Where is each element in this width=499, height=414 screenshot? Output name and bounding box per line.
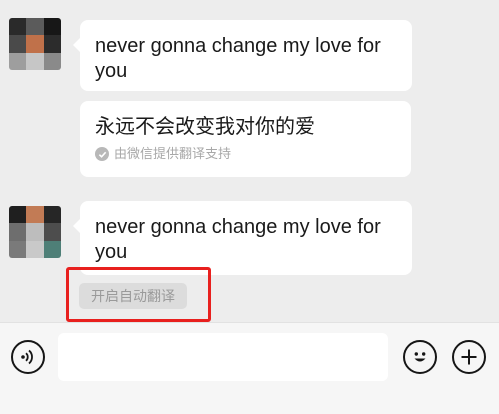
input-bar xyxy=(0,322,499,414)
message-text: never gonna change my love for you xyxy=(95,216,381,263)
chat-area: never gonna change my love for you 永远不会改… xyxy=(0,0,499,322)
message-bubble[interactable]: never gonna change my love for you xyxy=(73,20,412,91)
plus-icon[interactable] xyxy=(452,340,486,374)
translation-bubble[interactable]: 永远不会改变我对你的爱 由微信提供翻译支持 xyxy=(80,101,411,177)
message-input[interactable] xyxy=(58,333,388,381)
emoji-icon[interactable] xyxy=(403,340,437,374)
avatar[interactable] xyxy=(9,18,61,70)
voice-icon[interactable] xyxy=(11,340,45,374)
check-circle-icon xyxy=(95,147,109,161)
translation-note-text: 由微信提供翻译支持 xyxy=(114,146,232,161)
translation-note: 由微信提供翻译支持 xyxy=(95,146,397,162)
message-text: never gonna change my love for you xyxy=(95,35,381,82)
translated-text: 永远不会改变我对你的爱 xyxy=(95,116,315,138)
message-bubble[interactable]: never gonna change my love for you xyxy=(73,201,412,275)
avatar[interactable] xyxy=(9,206,61,258)
auto-translate-button[interactable]: 开启自动翻译 xyxy=(79,283,187,309)
